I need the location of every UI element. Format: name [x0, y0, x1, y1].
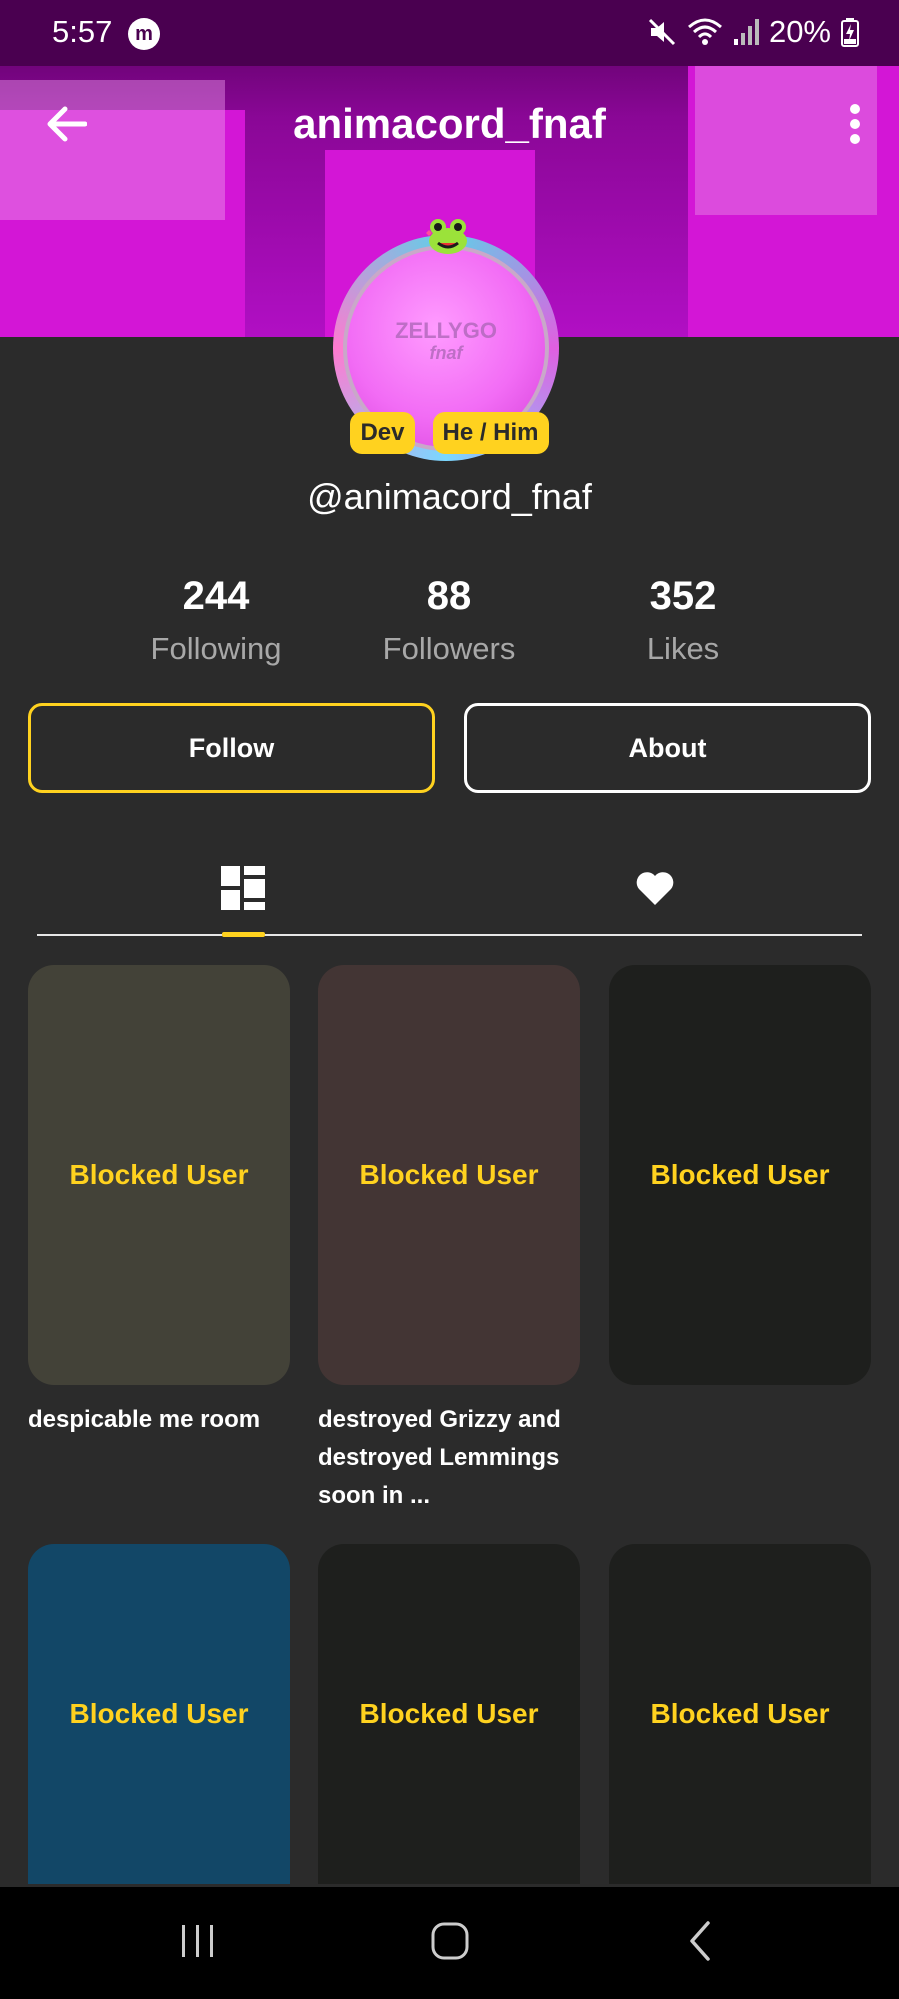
tab-divider [37, 934, 862, 936]
tab-posts[interactable] [198, 850, 288, 930]
tab-liked[interactable] [610, 850, 700, 930]
system-nav-bar [0, 1887, 899, 1999]
profile-handle: @animacord_fnaf [307, 476, 592, 517]
avatar-subtext: fnaf [429, 343, 463, 363]
home-button[interactable] [420, 1917, 480, 1969]
follow-button[interactable]: Follow [28, 703, 435, 793]
stat-following[interactable]: 244 Following [106, 574, 326, 667]
likes-count: 352 [649, 574, 717, 618]
nav-back-button[interactable] [670, 1917, 730, 1969]
post-card[interactable]: Blocked User [28, 965, 290, 1385]
status-time: 5:57 [52, 14, 113, 49]
home-icon [430, 1921, 470, 1966]
followers-count: 88 [426, 574, 472, 618]
followers-label: Followers [382, 631, 516, 666]
battery-percent: 20% [768, 14, 831, 49]
stat-likes: 352 Likes [573, 574, 793, 667]
following-count: 244 [182, 574, 250, 618]
about-button[interactable]: About [464, 703, 871, 793]
likes-label: Likes [646, 631, 720, 666]
page-title: animacord_fnaf [293, 100, 606, 147]
stat-followers[interactable]: 88 Followers [339, 574, 559, 667]
battery-charging-icon [841, 17, 859, 47]
avatar[interactable]: ZELLYGO fnaf [333, 215, 563, 461]
post-card[interactable]: Blocked User [609, 965, 871, 1385]
post-label: Blocked User [359, 1698, 539, 1729]
recents-icon [179, 1923, 217, 1964]
profile-badges: Dev He / Him [0, 412, 899, 454]
recents-button[interactable] [168, 1917, 228, 1969]
post-label: Blocked User [650, 1698, 830, 1729]
more-vertical-icon [848, 103, 862, 150]
post-caption: destroyed Grizzy and destroyed Lemmings … [318, 1406, 561, 1509]
post-label: Blocked User [69, 1698, 249, 1729]
following-label: Following [150, 631, 282, 666]
status-bar: 5:57 m 20% [0, 0, 899, 66]
grid-icon [221, 865, 265, 915]
signal-icon [733, 17, 759, 47]
avatar-text: ZELLYGO [395, 318, 497, 343]
post-label: Blocked User [359, 1159, 539, 1190]
badge-pronouns: He / Him [432, 412, 549, 454]
post-caption: despicable me room [28, 1406, 261, 1433]
badge-dev: Dev [350, 412, 415, 454]
post-card[interactable]: Blocked User [609, 1544, 871, 1884]
frog-icon [426, 215, 470, 255]
post-card[interactable]: Blocked User [28, 1544, 290, 1884]
app-notification-icon: m [128, 18, 160, 50]
post-label: Blocked User [69, 1159, 249, 1190]
mute-icon [647, 17, 677, 47]
more-options-button[interactable] [833, 98, 877, 154]
wifi-icon [687, 17, 723, 47]
post-card[interactable]: Blocked User [318, 965, 580, 1385]
back-icon [686, 1920, 714, 1967]
post-label: Blocked User [650, 1159, 830, 1190]
post-card[interactable]: Blocked User [318, 1544, 580, 1884]
tab-active-indicator [222, 932, 265, 937]
heart-icon [635, 870, 675, 911]
